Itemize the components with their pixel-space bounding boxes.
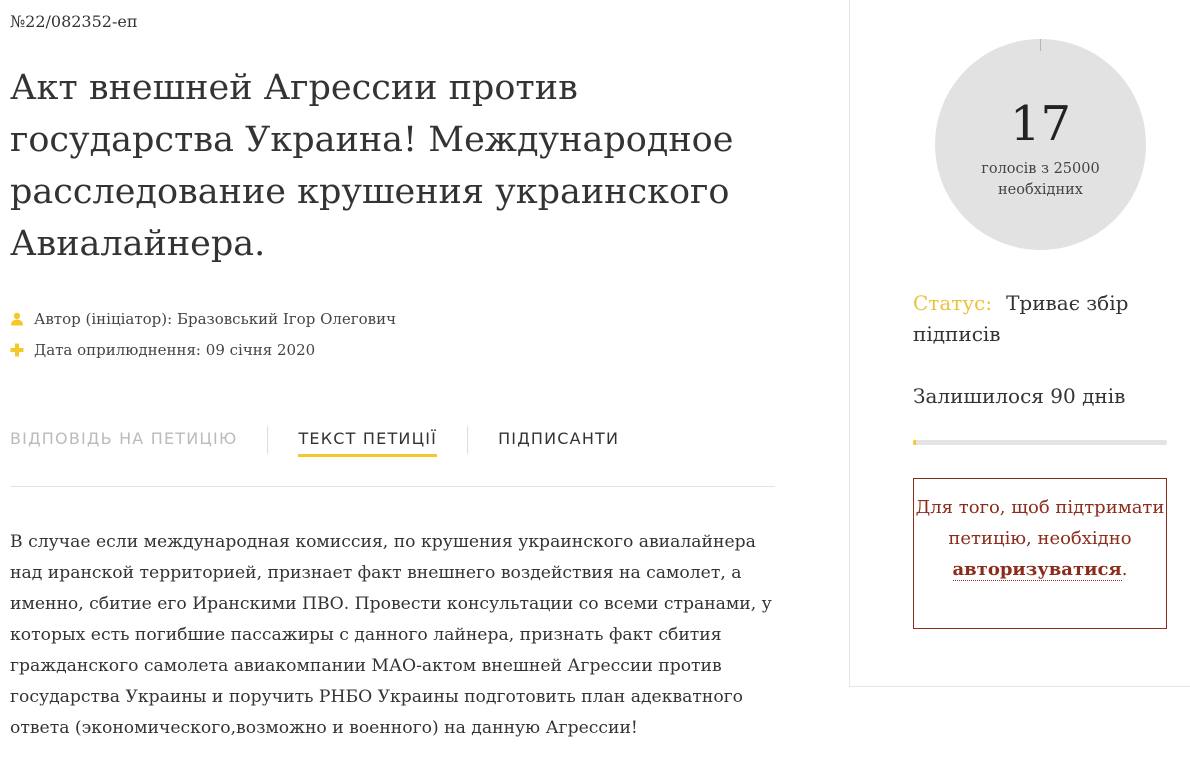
days-left: Залишилося 90 днів bbox=[913, 384, 1126, 408]
auth-text: Для того, щоб підтримати петицію, необхі… bbox=[915, 497, 1165, 549]
petition-text: В случае если международная комиссия, по… bbox=[10, 532, 772, 738]
progress-tick bbox=[1040, 39, 1041, 51]
date-row: Дата оприлюднення: 09 січня 2020 bbox=[10, 341, 315, 359]
progress-fill bbox=[913, 440, 916, 445]
petition-title: Акт внешней Агрессии против государства … bbox=[10, 68, 734, 264]
auth-period: . bbox=[1121, 559, 1128, 580]
votes-circle: 17 голосів з 25000 необхідних bbox=[935, 39, 1146, 250]
author-row: Автор (ініціатор): Бразовський Ігор Олег… bbox=[10, 310, 396, 328]
tab-separator bbox=[467, 426, 469, 454]
author-label: Автор (ініціатор): bbox=[34, 310, 173, 328]
tab-response[interactable]: ВІДПОВІДЬ НА ПЕТИЦІЮ bbox=[10, 420, 237, 455]
user-icon bbox=[10, 312, 24, 326]
date-value: 09 січня 2020 bbox=[205, 341, 316, 359]
tab-signers[interactable]: ПІДПИСАНТИ bbox=[498, 420, 619, 455]
auth-link[interactable]: авторизуватися bbox=[952, 559, 1122, 581]
vote-count: 17 bbox=[1009, 96, 1072, 152]
petition-sidebar: 17 голосів з 25000 необхідних Статус: Три… bbox=[849, 0, 1190, 687]
petition-tabs: ВІДПОВІДЬ НА ПЕТИЦІЮ ТЕКСТ ПЕТИЦІЇ ПІДПИ… bbox=[10, 420, 775, 460]
date-label: Дата оприлюднення: bbox=[34, 341, 201, 359]
auth-prompt: Для того, щоб підтримати петицію, необхі… bbox=[913, 478, 1167, 629]
petition-number: №22/082352-еп bbox=[10, 12, 138, 31]
votes-caption: голосів з 25000 необхідних bbox=[981, 161, 1100, 198]
status: Статус: Триває збір підписів bbox=[913, 288, 1173, 350]
tabs-divider bbox=[10, 486, 775, 487]
progress-bar bbox=[913, 440, 1167, 445]
tab-separator bbox=[267, 426, 269, 454]
status-label: Статус: bbox=[913, 291, 993, 315]
plus-icon bbox=[10, 343, 24, 357]
author-name: Бразовський Ігор Олегович bbox=[176, 310, 397, 328]
tab-petition-text[interactable]: ТЕКСТ ПЕТИЦІЇ bbox=[298, 420, 437, 457]
